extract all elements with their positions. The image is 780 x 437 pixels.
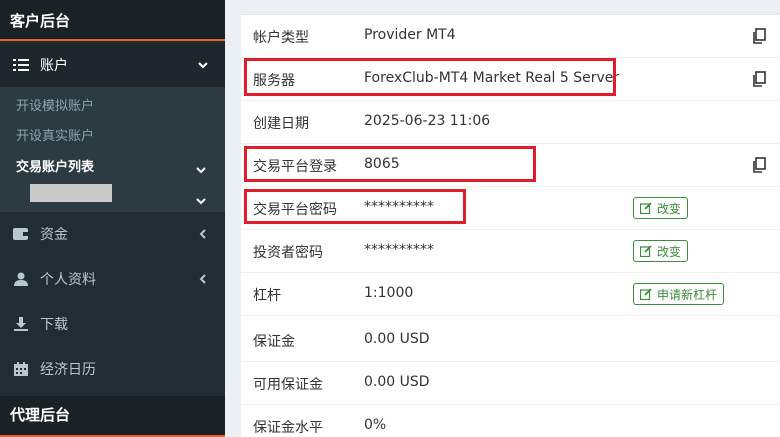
list-icon xyxy=(12,56,30,74)
download-icon xyxy=(12,315,30,333)
detail-label: 创建日期 xyxy=(253,116,309,132)
detail-row-free-margin: 可用保证金 0.00 USD xyxy=(241,362,780,405)
detail-row-investor-password: 投资者密码 ********** 改变 xyxy=(241,230,780,273)
submenu-account-list[interactable]: 交易账户列表 xyxy=(16,156,94,175)
chevron-left-icon xyxy=(197,273,209,285)
redacted-account-item[interactable] xyxy=(30,184,112,202)
button-label: 改变 xyxy=(657,244,682,259)
detail-row-margin-level: 保证金水平 0% xyxy=(241,405,780,437)
submenu-open-demo[interactable]: 开设模拟账户 xyxy=(16,95,94,114)
detail-row-created: 创建日期 2025-06-23 11:06 xyxy=(241,101,780,144)
copy-icon[interactable] xyxy=(752,71,766,87)
sidebar-item-accounts-label: 账户 xyxy=(40,58,68,74)
sidebar-item-calendar[interactable]: 经济日历 xyxy=(0,346,225,391)
edit-icon xyxy=(640,245,652,257)
sidebar-item-accounts[interactable]: 账户 xyxy=(0,43,225,87)
sidebar-item-funds[interactable]: 资金 xyxy=(0,212,225,256)
button-label: 改变 xyxy=(657,201,682,216)
chevron-down-icon xyxy=(196,159,208,174)
detail-value: 0.00 USD xyxy=(364,374,430,390)
detail-row-leverage: 杠杆 1:1000 申请新杠杆 xyxy=(241,273,780,316)
sidebar-item-label: 经济日历 xyxy=(40,361,96,378)
edit-icon xyxy=(640,202,652,214)
detail-label: 保证金水平 xyxy=(253,420,323,436)
sidebar: 客户后台 账户 开设模拟账户 开设真实账户 交易账户列表 资金 个人资料 下载 … xyxy=(0,0,225,437)
agent-section-title: 代理后台 xyxy=(0,396,225,437)
detail-label: 帐户类型 xyxy=(253,30,309,46)
button-label: 申请新杠杆 xyxy=(657,287,718,302)
detail-label: 保证金 xyxy=(253,334,295,350)
detail-label: 杠杆 xyxy=(253,288,281,304)
detail-value: 0% xyxy=(364,417,387,433)
change-investor-password-button[interactable]: 改变 xyxy=(633,240,689,262)
chevron-left-icon xyxy=(197,228,209,240)
detail-row-account-type: 帐户类型 Provider MT4 xyxy=(241,15,780,58)
sidebar-item-profile[interactable]: 个人资料 xyxy=(0,256,225,301)
wallet-icon xyxy=(12,225,30,243)
brand-title: 客户后台 xyxy=(0,0,225,41)
detail-value: 1:1000 xyxy=(364,285,414,301)
copy-icon[interactable] xyxy=(752,157,766,173)
change-password-button[interactable]: 改变 xyxy=(633,197,689,219)
request-leverage-button[interactable]: 申请新杠杆 xyxy=(633,283,725,305)
detail-value: 0.00 USD xyxy=(364,331,430,347)
detail-label: 投资者密码 xyxy=(253,245,323,261)
sidebar-item-label: 个人资料 xyxy=(40,271,96,288)
chevron-down-icon xyxy=(197,59,209,71)
sidebar-item-download[interactable]: 下载 xyxy=(0,301,225,346)
user-icon xyxy=(12,270,30,288)
detail-label: 可用保证金 xyxy=(253,377,323,393)
calendar-icon xyxy=(12,360,30,378)
detail-value: ********** xyxy=(364,242,434,258)
highlight-password xyxy=(244,189,466,224)
chevron-down-icon[interactable] xyxy=(196,190,208,205)
highlight-server xyxy=(244,58,616,96)
copy-icon[interactable] xyxy=(752,28,766,44)
sidebar-item-label: 下载 xyxy=(40,316,68,333)
edit-icon xyxy=(640,288,652,300)
sidebar-item-label: 资金 xyxy=(40,227,68,243)
detail-row-margin: 保证金 0.00 USD xyxy=(241,319,780,362)
detail-value: 2025-06-23 11:06 xyxy=(364,113,491,129)
detail-value: Provider MT4 xyxy=(364,27,456,43)
highlight-login xyxy=(244,146,536,182)
submenu-open-real[interactable]: 开设真实账户 xyxy=(16,125,94,144)
